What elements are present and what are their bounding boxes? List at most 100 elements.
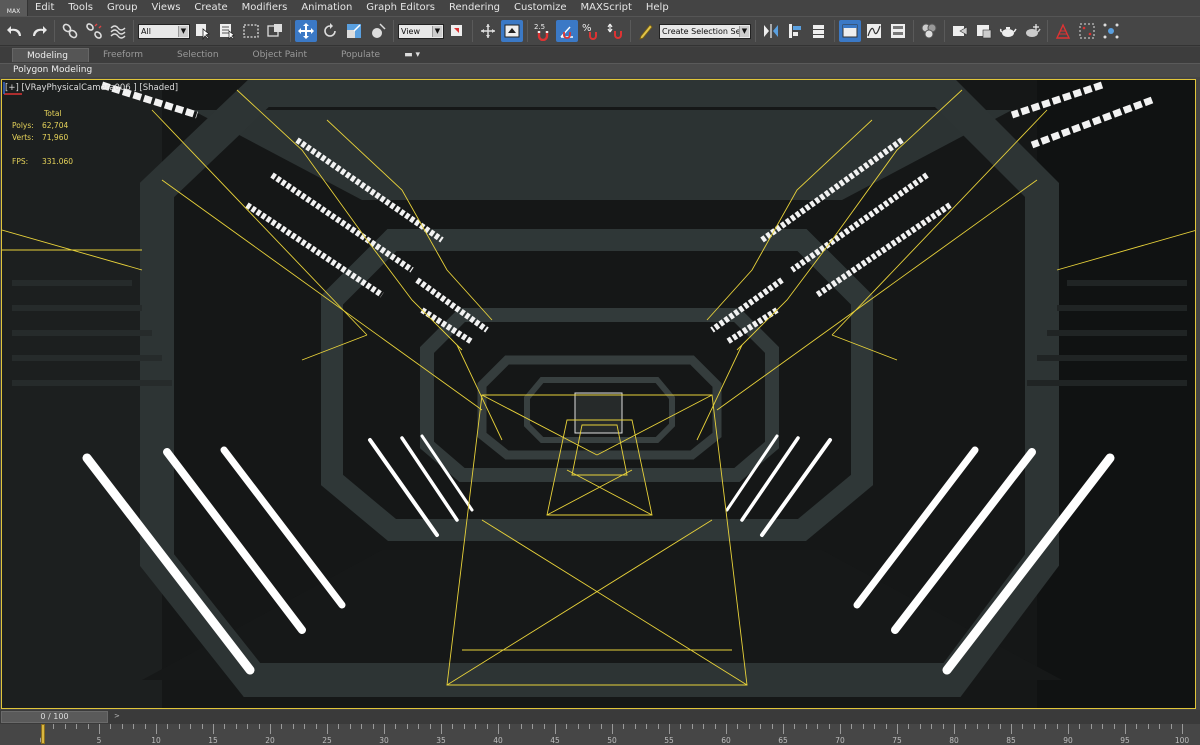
schematic-view-button[interactable] [887, 20, 909, 42]
menu-graph-editors[interactable]: Graph Editors [359, 0, 442, 16]
polys-value: 62,704 [42, 121, 69, 130]
time-slider-next-button[interactable]: > [114, 712, 120, 722]
pencil-icon [639, 24, 653, 40]
timeline-tick [156, 724, 157, 734]
named-selection-sets-input[interactable]: Create Selection Se ▼ [659, 23, 751, 39]
perspective-viewport[interactable]: [+] [VRayPhysicalCamera006 ] [Shaded] To… [1, 79, 1196, 709]
mirror-button[interactable] [760, 20, 782, 42]
vray-fur-button[interactable] [1076, 20, 1098, 42]
timeline-tick-label: 15 [208, 736, 218, 745]
timeline-tick [783, 724, 784, 734]
timeline-tick-label: 40 [493, 736, 503, 745]
selection-filter-select[interactable]: All ▼ [138, 23, 190, 39]
select-by-name-button[interactable] [216, 20, 238, 42]
snaps-toggle-button[interactable]: 2.5 [532, 20, 554, 42]
timeline-tick [235, 724, 237, 729]
menu-modifiers[interactable]: Modifiers [235, 0, 295, 16]
tab-selection[interactable]: Selection [163, 48, 238, 62]
timeline-tick [441, 724, 442, 734]
window-crossing-button[interactable] [264, 20, 286, 42]
timeline-tick [726, 724, 727, 734]
menu-maxscript[interactable]: MAXScript [574, 0, 639, 16]
angle-snap-button[interactable] [556, 20, 578, 42]
time-slider[interactable]: 0 / 100 > [0, 710, 1200, 724]
spinner-snap-button[interactable] [604, 20, 626, 42]
timeline-tick [406, 724, 408, 729]
render-setup-icon [953, 26, 968, 36]
timeline-tick [1022, 724, 1024, 729]
select-and-scale-button[interactable] [343, 20, 365, 42]
timeline-tick [680, 724, 682, 729]
timeline-tick [201, 724, 203, 729]
menu-animation[interactable]: Animation [294, 0, 359, 16]
timeline-tick [862, 724, 864, 729]
material-editor-button[interactable] [918, 20, 940, 42]
timeline-tick [1079, 724, 1081, 729]
polygon-modeling-panel-button[interactable]: Polygon Modeling [13, 64, 92, 77]
percent-snap-button[interactable]: % [580, 20, 602, 42]
layers-icon [813, 25, 824, 38]
space-warp-icon [110, 25, 126, 39]
redo-button[interactable] [28, 20, 50, 42]
keyboard-shortcut-override-button[interactable] [501, 20, 523, 42]
tab-freeform[interactable]: Freeform [89, 48, 163, 62]
timeline-tick [247, 724, 249, 729]
edit-named-selection-button[interactable] [635, 20, 657, 42]
place-icon [372, 23, 386, 38]
select-and-rotate-button[interactable] [319, 20, 341, 42]
viewport-label[interactable]: [+] [VRayPhysicalCamera006 ] [Shaded] [5, 83, 178, 93]
timeline-tick [418, 724, 420, 729]
layer-explorer-button[interactable] [808, 20, 830, 42]
tab-populate[interactable]: Populate [327, 48, 400, 62]
menu-group[interactable]: Group [100, 0, 144, 16]
toolbar-separator [54, 20, 55, 42]
menu-views[interactable]: Views [144, 0, 187, 16]
reference-coordinate-select[interactable]: View ▼ [398, 23, 444, 39]
menu-edit[interactable]: Edit [28, 0, 61, 16]
timeline-tick [76, 724, 78, 729]
toolbar-separator [755, 20, 756, 42]
rectangular-selection-button[interactable] [240, 20, 262, 42]
timeline-tick [988, 724, 990, 729]
menu-create[interactable]: Create [187, 0, 234, 16]
timeline-tick [1136, 724, 1138, 729]
tab-object-paint[interactable]: Object Paint [239, 48, 327, 62]
menu-customize[interactable]: Customize [507, 0, 574, 16]
verts-label: Verts: [12, 133, 34, 142]
bind-to-space-warp-button[interactable] [107, 20, 129, 42]
track-bar[interactable]: 0510152025303540455055606570758085909510… [0, 724, 1200, 745]
rendered-frame-window-button[interactable] [973, 20, 995, 42]
menu-tools[interactable]: Tools [61, 0, 100, 16]
vray-proxy-button[interactable] [1100, 20, 1122, 42]
render-iterative-button[interactable] [1021, 20, 1043, 42]
unlink-selection-button[interactable] [83, 20, 105, 42]
tab-modeling[interactable]: Modeling [12, 48, 89, 62]
select-and-move-button[interactable] [295, 20, 317, 42]
use-pivot-center-button[interactable] [446, 20, 468, 42]
current-frame-marker[interactable] [41, 724, 45, 744]
ribbon-options-dropdown[interactable]: ▬ ▾ [400, 48, 424, 62]
app-logo-button[interactable]: MAX [0, 0, 28, 16]
render-production-button[interactable] [997, 20, 1019, 42]
menu-rendering[interactable]: Rendering [442, 0, 507, 16]
select-and-link-button[interactable] [59, 20, 81, 42]
vray-lights-button[interactable] [1052, 20, 1074, 42]
toolbar-separator [913, 20, 914, 42]
undo-button[interactable] [4, 20, 26, 42]
time-slider-thumb[interactable]: 0 / 100 [1, 711, 108, 723]
timeline-tick [133, 724, 135, 729]
timeline-tick [737, 724, 739, 729]
align-button[interactable] [784, 20, 806, 42]
timeline-tick [634, 724, 636, 729]
render-setup-button[interactable] [949, 20, 971, 42]
select-object-button[interactable] [192, 20, 214, 42]
curve-editor-button[interactable] [863, 20, 885, 42]
toggle-scene-explorer-button[interactable] [839, 20, 861, 42]
timeline-tick-label: 60 [721, 736, 731, 745]
menu-help[interactable]: Help [639, 0, 676, 16]
manipulate-button[interactable] [477, 20, 499, 42]
select-and-place-button[interactable] [367, 20, 389, 42]
timeline-tick [805, 724, 807, 729]
fps-value: 331.060 [42, 157, 74, 166]
timeline-tick [178, 724, 180, 729]
